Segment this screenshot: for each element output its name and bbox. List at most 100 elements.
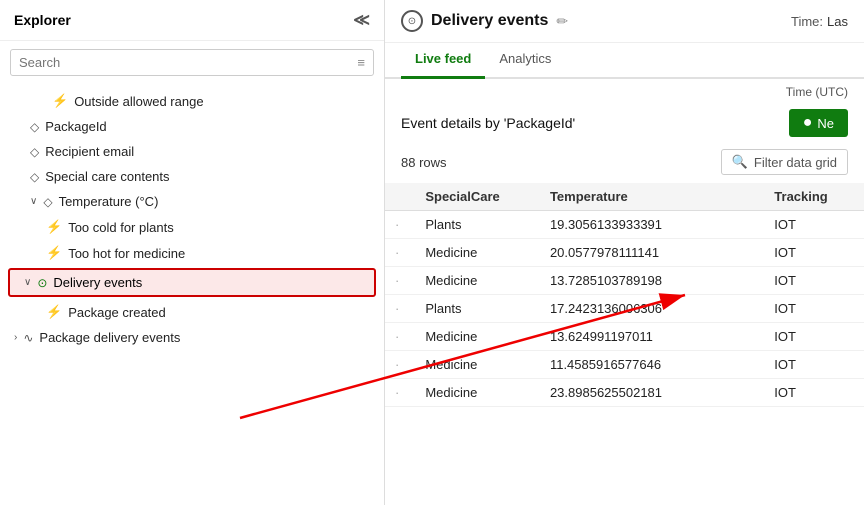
cell-dot: ·: [385, 239, 415, 267]
tree-item-label: Package delivery events: [39, 330, 180, 345]
event-details-title: Event details by 'PackageId': [401, 115, 575, 131]
cell-tracking: IOT: [764, 267, 864, 295]
header-left: ⊙ Delivery events ✏: [401, 10, 568, 32]
filter-placeholder: Filter data grid: [754, 155, 837, 170]
data-table: SpecialCare Temperature Tracking · Plant…: [385, 183, 864, 505]
table-row: · Medicine 23.8985625502181 IOT: [385, 379, 864, 407]
bolt-icon: ⚡: [46, 304, 62, 320]
new-button[interactable]: ● Ne: [789, 109, 848, 137]
content-area: Time (UTC) Event details by 'PackageId' …: [385, 79, 864, 505]
cell-specialcare: Plants: [415, 211, 540, 239]
cell-temperature: 20.0577978111141: [540, 239, 764, 267]
shield-icon: ◇: [30, 170, 39, 184]
left-panel: Explorer ≪ ≡ ⚡ Outside allowed range ◇ P…: [0, 0, 385, 505]
time-label: Time:: [791, 14, 823, 29]
search-bar: ≡: [10, 49, 374, 76]
tree-item-label: PackageId: [45, 119, 106, 134]
circle-icon: ⊙: [37, 276, 47, 290]
filter-bar[interactable]: 🔍 Filter data grid: [721, 149, 848, 175]
tree-item-outside-allowed[interactable]: ⚡ Outside allowed range: [0, 88, 384, 114]
tree-item-label: Delivery events: [53, 275, 142, 290]
col-header-tracking[interactable]: Tracking: [764, 183, 864, 211]
chevron-down-icon: ∨: [24, 277, 31, 288]
time-utc-label: Time (UTC): [385, 79, 864, 101]
table-row: · Plants 19.3056133933391 IOT: [385, 211, 864, 239]
new-button-label: Ne: [817, 116, 834, 131]
cell-temperature: 13.7285103789198: [540, 267, 764, 295]
bolt-icon: ⚡: [52, 93, 68, 109]
tree-item-too-cold[interactable]: ⚡ Too cold for plants: [0, 214, 384, 240]
time-section: Time: Las: [791, 14, 848, 29]
cell-specialcare: Medicine: [415, 267, 540, 295]
cell-temperature: 23.8985625502181: [540, 379, 764, 407]
cell-dot: ·: [385, 379, 415, 407]
delivery-events-icon: ⊙: [401, 10, 423, 32]
search-icon: 🔍: [732, 154, 748, 170]
cell-specialcare: Medicine: [415, 239, 540, 267]
cell-tracking: IOT: [764, 239, 864, 267]
cell-temperature: 19.3056133933391: [540, 211, 764, 239]
cell-temperature: 13.624991197011: [540, 323, 764, 351]
cell-temperature: 17.2423136006306: [540, 295, 764, 323]
cell-specialcare: Plants: [415, 295, 540, 323]
tree-item-recipient-email[interactable]: ◇ Recipient email: [0, 139, 384, 164]
event-details-bar: Event details by 'PackageId' ● Ne: [385, 101, 864, 145]
cell-dot: ·: [385, 323, 415, 351]
search-input[interactable]: [19, 55, 357, 70]
tree-item-label: Too cold for plants: [68, 220, 174, 235]
tree-item-label: Temperature (°C): [59, 194, 159, 209]
col-header-dot: [385, 183, 415, 211]
table-row: · Plants 17.2423136006306 IOT: [385, 295, 864, 323]
col-header-temperature[interactable]: Temperature: [540, 183, 764, 211]
tree-item-package-created[interactable]: ⚡ Package created: [0, 299, 384, 325]
bolt-icon: ⚡: [46, 245, 62, 261]
tree-item-packageid[interactable]: ◇ PackageId: [0, 114, 384, 139]
col-header-specialcare[interactable]: SpecialCare: [415, 183, 540, 211]
thermo-icon: ◇: [43, 195, 52, 209]
time-value: Las: [827, 14, 848, 29]
tab-live-feed[interactable]: Live feed: [401, 43, 485, 79]
cell-tracking: IOT: [764, 211, 864, 239]
tabs-bar: Live feed Analytics: [385, 43, 864, 79]
tree-item-temperature-group[interactable]: ∨ ◇ Temperature (°C): [0, 189, 384, 214]
email-icon: ◇: [30, 145, 39, 159]
tree-item-label: Special care contents: [45, 169, 169, 184]
cell-dot: ·: [385, 351, 415, 379]
table-row: · Medicine 13.7285103789198 IOT: [385, 267, 864, 295]
tree-item-package-delivery[interactable]: › ∿ Package delivery events: [0, 325, 384, 350]
filter-icon[interactable]: ≡: [357, 55, 365, 70]
chevron-down-icon: ∨: [30, 196, 37, 207]
tree-item-label: Outside allowed range: [74, 94, 203, 109]
collapse-icon[interactable]: ≪: [353, 10, 370, 30]
wavy-icon: ∿: [23, 331, 33, 345]
cell-dot: ·: [385, 295, 415, 323]
tree-item-special-care[interactable]: ◇ Special care contents: [0, 164, 384, 189]
cell-tracking: IOT: [764, 379, 864, 407]
right-header: ⊙ Delivery events ✏ Time: Las: [385, 0, 864, 43]
cell-dot: ·: [385, 267, 415, 295]
explorer-title: Explorer: [14, 12, 71, 28]
tree-area: ⚡ Outside allowed range ◇ PackageId ◇ Re…: [0, 84, 384, 505]
tag-icon: ◇: [30, 120, 39, 134]
tree-item-too-hot[interactable]: ⚡ Too hot for medicine: [0, 240, 384, 266]
right-panel: ⊙ Delivery events ✏ Time: Las Live feed …: [385, 0, 864, 505]
table-header-row: SpecialCare Temperature Tracking: [385, 183, 864, 211]
cell-dot: ·: [385, 211, 415, 239]
explorer-header: Explorer ≪: [0, 0, 384, 41]
tree-item-label: Package created: [68, 305, 166, 320]
tree-item-label: Too hot for medicine: [68, 246, 185, 261]
edit-icon[interactable]: ✏: [556, 13, 568, 30]
page-title: Delivery events: [431, 12, 548, 30]
chevron-right-icon: ›: [14, 332, 17, 343]
plus-icon: ●: [803, 114, 813, 132]
bolt-icon: ⚡: [46, 219, 62, 235]
rows-count: 88 rows: [401, 155, 447, 170]
table-row: · Medicine 20.0577978111141 IOT: [385, 239, 864, 267]
rows-bar: 88 rows 🔍 Filter data grid: [385, 145, 864, 183]
tree-item-delivery-events[interactable]: ∨ ⊙ Delivery events: [8, 268, 376, 297]
cell-tracking: IOT: [764, 295, 864, 323]
tab-analytics[interactable]: Analytics: [485, 43, 565, 79]
cell-specialcare: Medicine: [415, 351, 540, 379]
table-row: · Medicine 11.4585916577646 IOT: [385, 351, 864, 379]
cell-tracking: IOT: [764, 323, 864, 351]
